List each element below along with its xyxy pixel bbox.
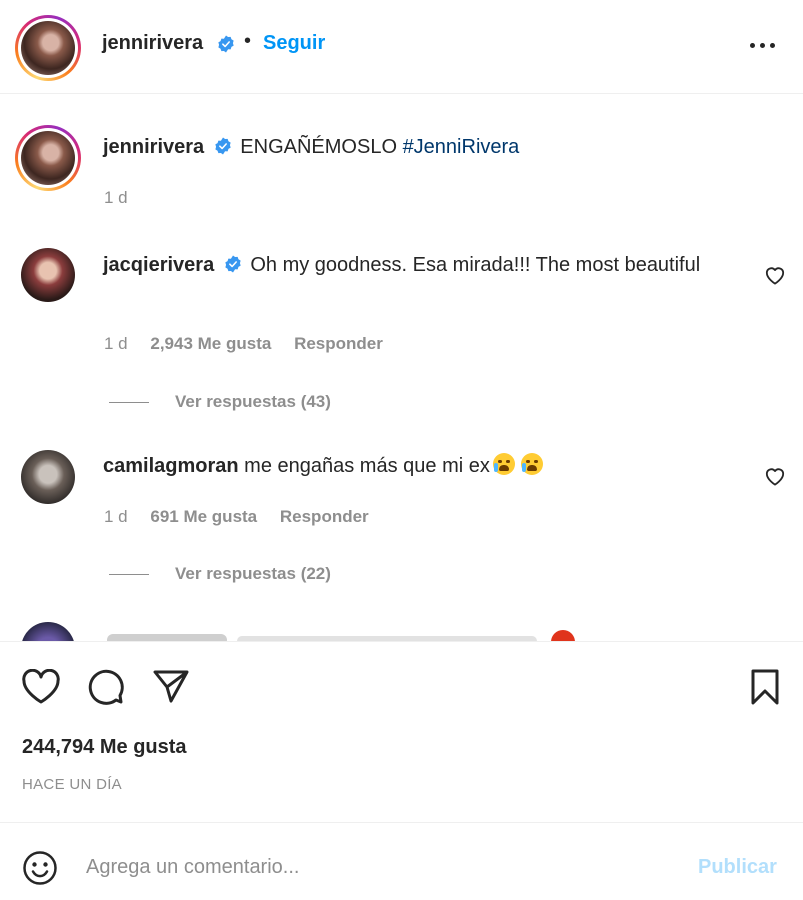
post-date: HACE UN DÍA [22, 776, 122, 793]
verified-icon [225, 255, 241, 273]
bookmark-icon[interactable] [749, 668, 781, 706]
comment-icon[interactable] [87, 668, 125, 706]
commenter-avatar[interactable] [21, 622, 75, 641]
comment-item-partial [21, 622, 621, 641]
emoji-icon[interactable] [22, 850, 58, 886]
comment-body: Oh my goodness. Esa mirada!!! The most b… [250, 254, 701, 276]
post-actions: 244,794 Me gusta HACE UN DÍA [0, 641, 803, 822]
view-replies-label: Ver respuestas (43) [175, 392, 331, 411]
publish-button[interactable]: Publicar [698, 856, 777, 879]
reply-button[interactable]: Responder [294, 334, 383, 353]
likes-count[interactable]: 244,794 Me gusta [22, 736, 187, 759]
caption-username[interactable]: jennirivera [103, 136, 204, 158]
comment-text: camilagmoran me engañas más que mi ex [103, 452, 723, 481]
caption-text: jennirivera ENGAÑÉMOSLO #JenniRivera [103, 133, 519, 162]
post-header: jennirivera • Seguir [0, 0, 803, 94]
commenter-avatar[interactable] [21, 248, 75, 302]
more-options-icon[interactable] [748, 36, 778, 54]
comment-username[interactable]: camilagmoran [103, 455, 239, 477]
reply-button[interactable]: Responder [280, 507, 369, 526]
replies-line [109, 574, 149, 576]
clipped-emoji-icon [551, 630, 575, 641]
comment-text: jacqierivera Oh my goodness. Esa mirada!… [103, 251, 723, 280]
commenter-avatar[interactable] [21, 450, 75, 504]
verified-icon [215, 137, 231, 155]
loudly-crying-face-icon [492, 453, 515, 475]
comment-likes[interactable]: 2,943 Me gusta [150, 334, 271, 353]
comment-likes[interactable]: 691 Me gusta [150, 507, 257, 526]
caption-time: 1 d [104, 188, 128, 207]
comment-time: 1 d [104, 334, 128, 353]
replies-line [109, 402, 149, 404]
like-comment-heart-icon[interactable] [764, 265, 786, 285]
comment-username[interactable]: jacqierivera [103, 254, 214, 276]
follow-button[interactable]: Seguir [263, 32, 325, 55]
separator-dot: • [244, 30, 252, 52]
loudly-crying-face-icon [520, 453, 543, 475]
view-replies-button[interactable]: Ver respuestas (43) [109, 392, 331, 412]
comment-composer: Publicar [0, 822, 803, 900]
comment-meta: 1 d 691 Me gusta Responder [104, 507, 369, 527]
comment-body: me engañas más que mi ex [244, 455, 490, 477]
caption-body: ENGAÑÉMOSLO [240, 136, 397, 158]
comment-time: 1 d [104, 507, 128, 526]
view-replies-button[interactable]: Ver respuestas (22) [109, 564, 331, 584]
view-replies-label: Ver respuestas (22) [175, 564, 331, 583]
comment-meta: 1 d 2,943 Me gusta Responder [104, 334, 383, 354]
verified-icon [218, 35, 234, 53]
heart-icon[interactable] [21, 669, 61, 705]
caption-hashtag[interactable]: #JenniRivera [403, 136, 520, 158]
author-username[interactable]: jennirivera [102, 32, 203, 55]
share-icon[interactable] [152, 668, 190, 704]
clipped-username [107, 634, 227, 641]
comment-input[interactable] [86, 849, 666, 885]
caption-avatar[interactable] [15, 125, 81, 191]
like-comment-heart-icon[interactable] [764, 466, 786, 486]
comments-list[interactable]: jennirivera ENGAÑÉMOSLO #JenniRivera 1 d… [0, 95, 803, 641]
author-avatar[interactable] [15, 15, 81, 81]
